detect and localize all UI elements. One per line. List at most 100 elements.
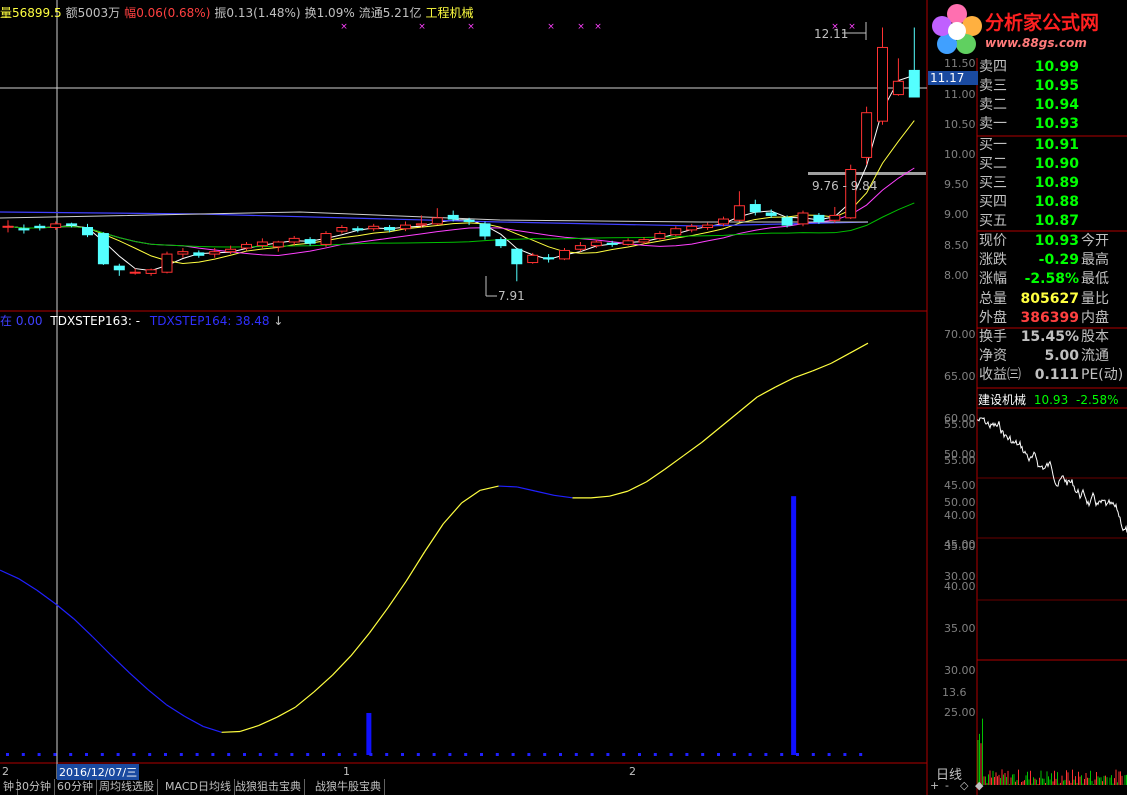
mini-stock-name: 建设机械 — [978, 393, 1027, 407]
bid-row: 买一 10.91 — [977, 136, 1127, 155]
candle — [733, 191, 745, 222]
candle — [829, 206, 841, 223]
ask-price: 10.95 — [1034, 78, 1079, 94]
quote-value: 10.93 — [1034, 233, 1079, 249]
signal-dot — [448, 753, 452, 756]
ask-label: 卖四 — [979, 59, 1007, 75]
scroll-icon[interactable]: - — [945, 779, 949, 792]
quote-label: 现价 — [979, 233, 1007, 249]
ask-price: 10.94 — [1034, 97, 1079, 113]
signal-dot — [527, 753, 531, 756]
indicator-segment — [812, 362, 832, 372]
indicator-segment — [350, 632, 370, 657]
quote-label: 外盘 — [979, 309, 1007, 326]
candle — [797, 210, 809, 227]
indicator-segment — [110, 654, 130, 674]
signal-dot — [638, 753, 641, 756]
bottom-tab[interactable]: 战狼狙击宝典 — [232, 779, 305, 795]
indicator-segment — [202, 725, 222, 733]
candlesticks — [2, 27, 920, 282]
candle — [82, 223, 93, 238]
period-label[interactable]: 日线 — [936, 764, 962, 783]
flower-logo-icon — [932, 4, 982, 54]
indicator-segment — [18, 578, 38, 591]
ask-label: 卖二 — [979, 97, 1007, 113]
candle — [686, 223, 698, 233]
quote-value: 805627 — [1020, 290, 1079, 307]
signal-dot — [243, 753, 246, 756]
candle — [908, 27, 920, 98]
signal-dot — [480, 753, 483, 756]
signal-dot — [258, 753, 262, 756]
indicator-segment — [73, 618, 93, 637]
signal-dot — [543, 753, 547, 756]
bid-price: 10.89 — [1034, 175, 1079, 191]
bid-label: 买四 — [979, 194, 1007, 210]
candle — [320, 231, 332, 247]
top-info-item: 额5003万 — [65, 6, 121, 20]
mini-tick: 35.00 — [944, 539, 976, 553]
indicator-segment — [830, 352, 850, 364]
site-logo: 分析家公式网 www.88gs.com — [927, 0, 1127, 58]
bottom-tab[interactable]: 30分钟 — [12, 779, 55, 795]
candle — [304, 237, 316, 246]
top-marker: × — [848, 22, 856, 32]
indicator-segment — [368, 607, 389, 634]
indicator-prefix-value: 0.00 — [15, 314, 43, 328]
quote-row: 涨跌 -0.29 最高 — [977, 251, 1127, 270]
bottom-tab[interactable]: 周均线选股 — [96, 779, 158, 795]
ma-line-3 — [7, 74, 915, 272]
indicator-segment — [184, 715, 204, 727]
indicator-segment — [313, 674, 333, 693]
quote-value: 15.45% — [1020, 329, 1079, 345]
high-annotation: 12.11 — [814, 27, 849, 41]
signal-dot — [211, 753, 215, 756]
bid-label: 买二 — [979, 156, 1007, 172]
indicator-segment — [553, 494, 573, 499]
scroll-icon[interactable]: + — [930, 779, 939, 792]
scroll-icon[interactable]: ◇ — [960, 779, 968, 792]
bottom-tab[interactable]: 战狼牛股宝典 — [312, 779, 385, 795]
top-marker: × — [340, 22, 348, 32]
signal-dot — [116, 753, 120, 756]
signal-dot — [827, 753, 831, 756]
price-tick: 11.00 — [944, 87, 976, 101]
signal-dot — [179, 753, 183, 756]
candle — [177, 248, 189, 258]
bid-price: 10.90 — [1034, 156, 1079, 172]
candle — [193, 250, 205, 258]
ask-row: 卖三 10.95 — [977, 77, 1127, 96]
range-annotation: 9.76 - 9.84 — [812, 179, 878, 193]
bottom-tab[interactable]: MACD日均线 — [162, 779, 235, 795]
indicator-segment — [387, 580, 407, 609]
signal-dot — [843, 753, 847, 756]
quote-value: 0.111 — [1034, 367, 1079, 384]
ask-row: 卖四 10.99 — [977, 58, 1127, 77]
signal-dot — [322, 753, 325, 756]
signal-dot — [495, 753, 499, 756]
signal-dot — [622, 753, 626, 756]
indicator-segment — [719, 411, 740, 428]
mini-tick: 45.00 — [944, 478, 976, 492]
candle — [145, 268, 157, 276]
candle — [336, 225, 348, 234]
bottom-tab[interactable]: 60分钟 — [54, 779, 97, 795]
mini-tick: 30.00 — [944, 570, 976, 583]
top-info-item: 换1.09% — [304, 6, 355, 20]
candle — [113, 263, 125, 276]
price-tick: 10.50 — [944, 117, 976, 131]
candle — [702, 222, 714, 230]
quote-label-right: 流通 — [1081, 348, 1109, 365]
logo-url: www.88gs.com — [985, 36, 1087, 50]
indicator-segment — [646, 468, 666, 483]
signal-dot — [811, 753, 815, 756]
indicator-segment — [664, 455, 684, 470]
tdxstep163-label: TDXSTEP163: - — [50, 314, 141, 328]
indicator-segment — [775, 377, 795, 388]
top-marker: × — [467, 22, 475, 32]
scroll-icon[interactable]: ◆ — [975, 779, 983, 792]
quote-label: 总量 — [979, 290, 1007, 307]
top-info-item: 振0.13(1.48%) — [214, 6, 301, 20]
candle — [97, 232, 109, 265]
mini-volume-bars — [977, 718, 1127, 785]
